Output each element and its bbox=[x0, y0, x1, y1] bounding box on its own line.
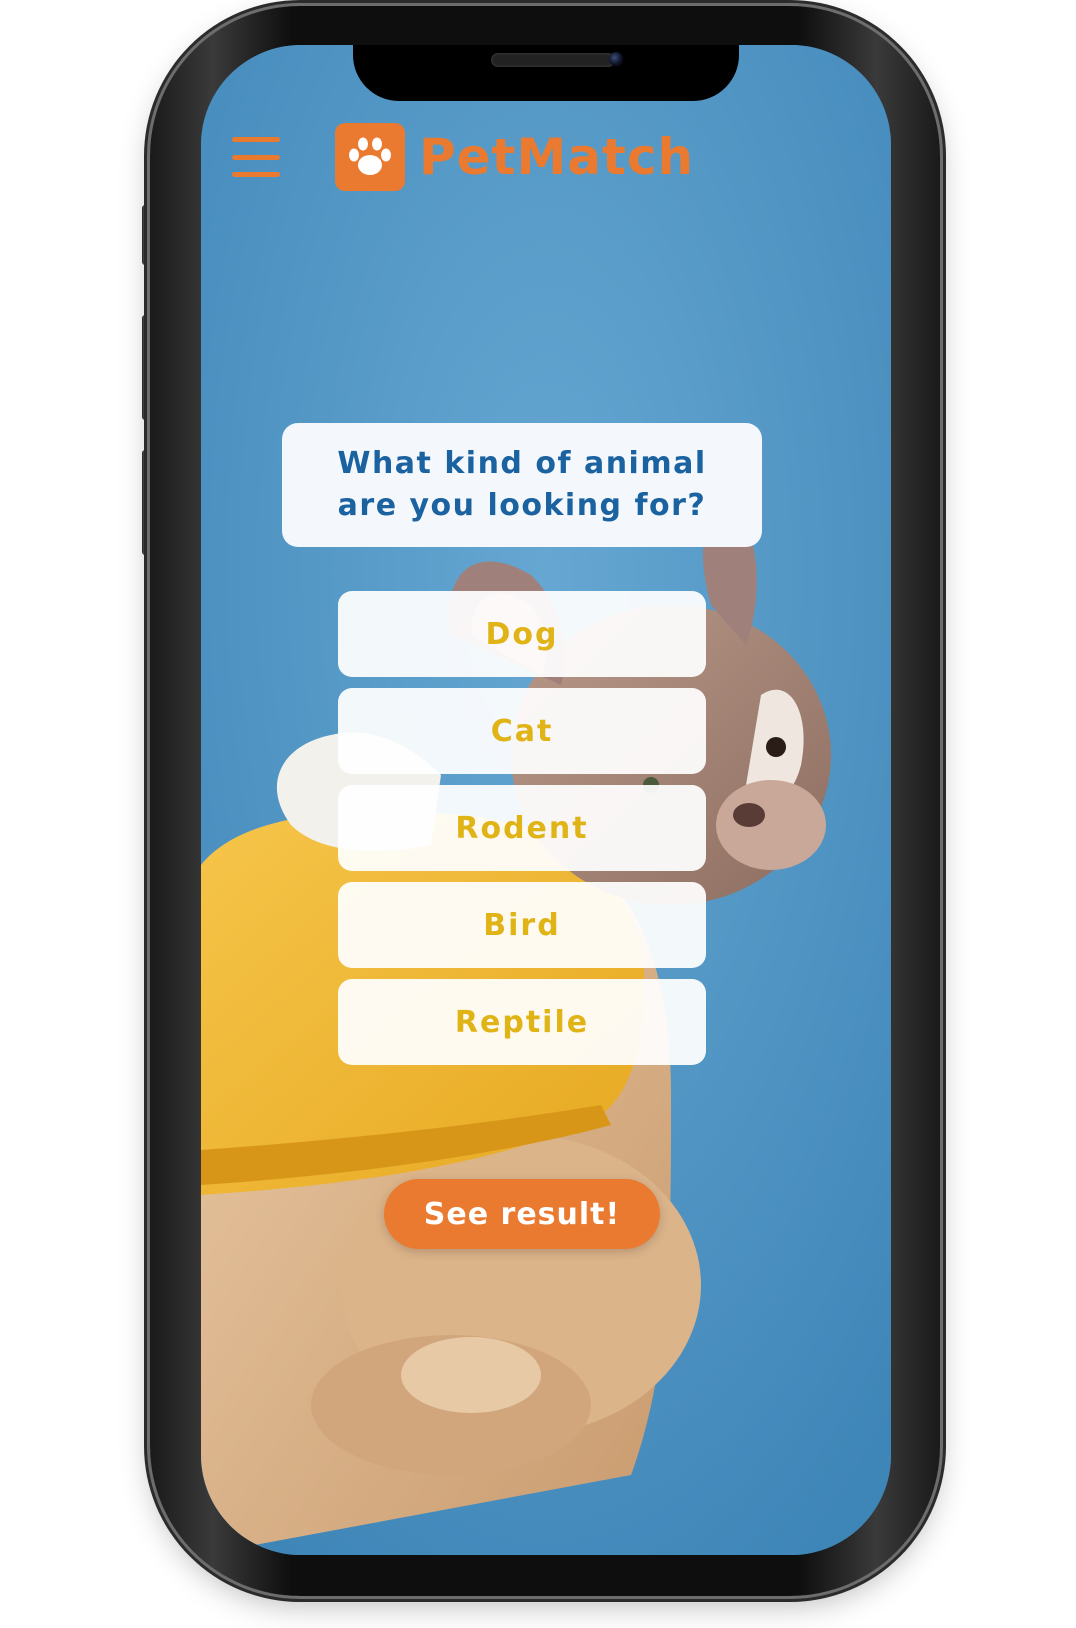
option-rodent-button[interactable]: Rodent bbox=[338, 785, 706, 871]
see-result-button[interactable]: See result! bbox=[384, 1179, 660, 1249]
hamburger-menu-icon[interactable] bbox=[232, 137, 280, 177]
menu-line bbox=[232, 154, 280, 160]
volume-up-button bbox=[142, 315, 150, 420]
paw-icon bbox=[349, 137, 391, 175]
answer-options: Dog Cat Rodent Bird Reptile bbox=[338, 591, 706, 1076]
app-logo[interactable]: PetMatch bbox=[335, 123, 694, 191]
option-cat-button[interactable]: Cat bbox=[338, 688, 706, 774]
mute-switch bbox=[142, 205, 150, 265]
app-name: PetMatch bbox=[419, 128, 695, 186]
logo-badge bbox=[335, 123, 405, 191]
speaker-grille bbox=[491, 53, 615, 67]
menu-line bbox=[232, 137, 280, 142]
front-camera bbox=[609, 52, 623, 66]
app-screen: PetMatch What kind of animal are you loo… bbox=[201, 45, 891, 1555]
quiz-question: What kind of animal are you looking for? bbox=[282, 423, 762, 547]
option-dog-button[interactable]: Dog bbox=[338, 591, 706, 677]
volume-down-button bbox=[142, 450, 150, 555]
device-notch bbox=[353, 45, 739, 101]
option-bird-button[interactable]: Bird bbox=[338, 882, 706, 968]
device-mockup: PetMatch What kind of animal are you loo… bbox=[0, 0, 1076, 1628]
menu-line bbox=[232, 172, 280, 177]
option-reptile-button[interactable]: Reptile bbox=[338, 979, 706, 1065]
